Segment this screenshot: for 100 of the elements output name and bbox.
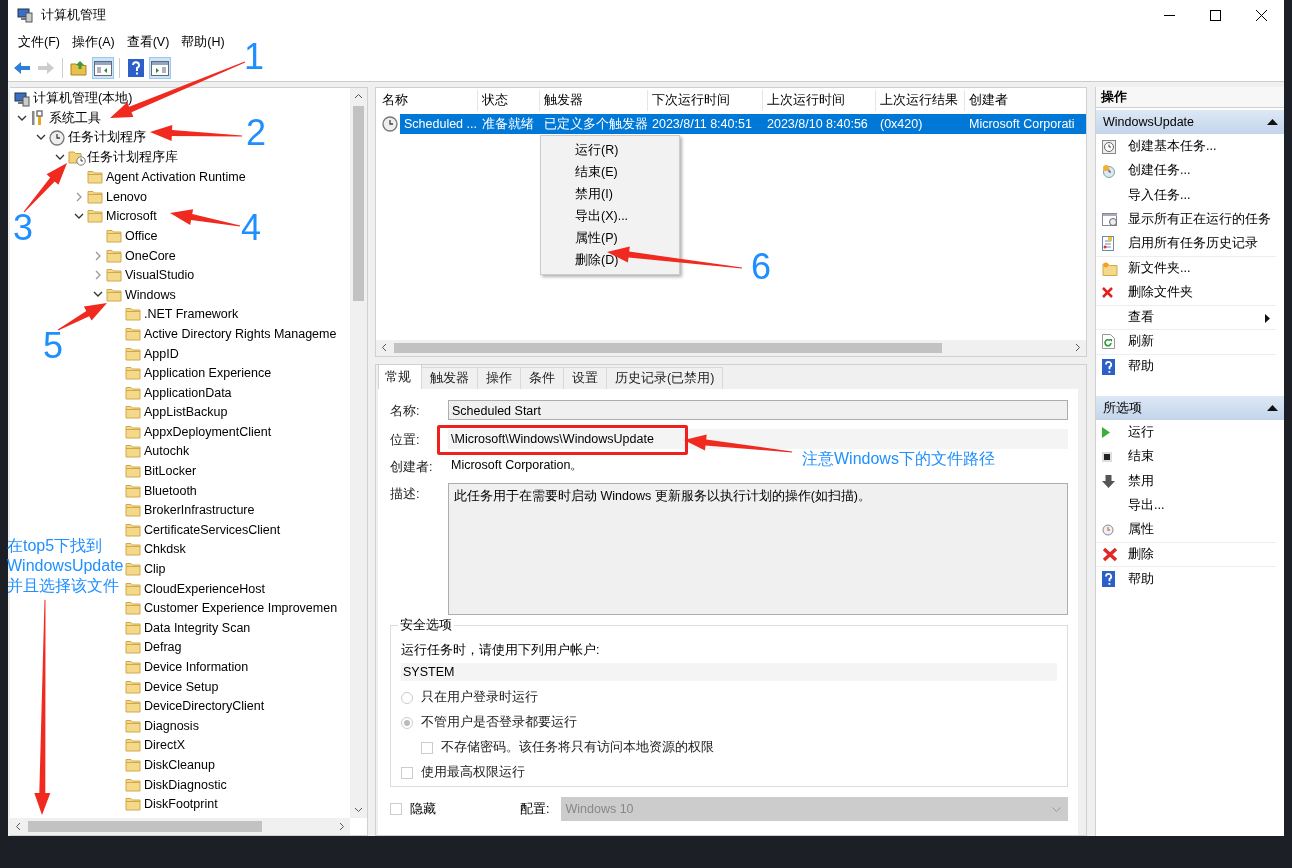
table-cell[interactable]: 2023/8/11 8:40:51 bbox=[648, 113, 763, 134]
scrollbar-thumb[interactable] bbox=[353, 106, 364, 301]
table-cell[interactable]: 已定义多个触发器 bbox=[540, 113, 648, 134]
tree-item[interactable]: 系统工具 bbox=[49, 109, 101, 127]
menu-item[interactable]: 结束(E) bbox=[541, 161, 679, 183]
action-link[interactable]: 属性 bbox=[1128, 521, 1154, 539]
scroll-right-icon[interactable] bbox=[1075, 343, 1081, 352]
tree-item[interactable]: DiskDiagnostic bbox=[144, 777, 227, 792]
chevron-down-icon[interactable] bbox=[17, 114, 27, 122]
scroll-right-icon[interactable] bbox=[339, 822, 345, 831]
scroll-up-icon[interactable] bbox=[354, 93, 363, 99]
tree-item[interactable]: Application Experience bbox=[144, 366, 272, 381]
menu-item[interactable]: 查看(V) bbox=[120, 34, 176, 51]
menu-item[interactable]: 运行(R) bbox=[541, 139, 679, 161]
tree-item[interactable]: DiskCleanup bbox=[144, 758, 215, 772]
table-cell[interactable]: 准备就绪 bbox=[478, 113, 540, 134]
tree-item[interactable]: Clip bbox=[144, 562, 166, 577]
tree-item[interactable]: 任务计划程序库 bbox=[87, 149, 178, 167]
tree-item[interactable]: DeviceDirectoryClient bbox=[144, 699, 265, 714]
help-button[interactable] bbox=[125, 57, 147, 79]
table-cell[interactable]: (0x420) bbox=[876, 113, 965, 134]
scrollbar-thumb[interactable] bbox=[394, 343, 942, 353]
tree-item[interactable]: ApplicationData bbox=[144, 385, 232, 400]
tree-item[interactable]: Agent Activation Runtime bbox=[106, 170, 246, 185]
action-link[interactable]: 导入任务... bbox=[1128, 186, 1191, 204]
action-link[interactable]: 查看 bbox=[1128, 308, 1154, 326]
action-pane-button[interactable] bbox=[149, 57, 171, 79]
tree-item[interactable]: 计算机管理(本地) bbox=[33, 90, 133, 108]
tree-item[interactable]: BitLocker bbox=[144, 464, 197, 479]
action-link[interactable]: 删除 bbox=[1128, 545, 1154, 563]
menu-item[interactable]: 操作(A) bbox=[65, 34, 121, 51]
menu-item[interactable]: 导出(X)... bbox=[541, 205, 679, 227]
tree-item[interactable]: .NET Framework bbox=[144, 307, 239, 322]
location-field[interactable]: \Microsoft\Windows\WindowsUpdate bbox=[448, 429, 1068, 449]
tree-item[interactable]: CloudExperienceHost bbox=[144, 581, 265, 596]
description-field[interactable]: 此任务用于在需要时启动 Windows 更新服务以执行计划的操作(如扫描)。 bbox=[448, 483, 1068, 615]
vertical-scrollbar[interactable] bbox=[350, 88, 367, 818]
action-link[interactable]: 新文件夹... bbox=[1128, 260, 1191, 278]
tree-item[interactable]: Data Integrity Scan bbox=[144, 620, 251, 635]
tree-item[interactable]: DiskFootprint bbox=[144, 797, 218, 812]
checkbox[interactable] bbox=[401, 766, 413, 779]
action-link[interactable]: 结束 bbox=[1128, 448, 1154, 466]
tree-item[interactable]: Windows bbox=[125, 287, 176, 302]
action-link[interactable]: 启用所有任务历史记录 bbox=[1128, 235, 1258, 253]
chevron-down-icon[interactable] bbox=[74, 212, 84, 220]
scrollbar-thumb[interactable] bbox=[28, 821, 262, 832]
action-link[interactable]: 运行 bbox=[1128, 423, 1154, 441]
tree-item[interactable]: CertificateServicesClient bbox=[144, 522, 281, 537]
collapse-icon[interactable] bbox=[1267, 405, 1278, 411]
tree-item[interactable]: Bluetooth bbox=[144, 483, 197, 498]
table-cell[interactable]: Microsoft Corporati bbox=[965, 113, 1086, 134]
action-link[interactable]: 禁用 bbox=[1128, 472, 1154, 490]
column-header[interactable]: 上次运行时间 bbox=[763, 90, 876, 111]
tree-item[interactable]: 任务计划程序 bbox=[68, 129, 146, 147]
action-link[interactable]: 帮助 bbox=[1128, 358, 1154, 376]
tree-item[interactable]: AppListBackup bbox=[144, 405, 228, 420]
menu-item[interactable]: 文件(F) bbox=[12, 34, 66, 51]
action-link[interactable]: 创建任务... bbox=[1128, 162, 1191, 180]
tab[interactable]: 常规 bbox=[378, 365, 422, 389]
tree-item[interactable]: Chkdsk bbox=[144, 542, 186, 557]
column-header[interactable]: 上次运行结果 bbox=[876, 90, 965, 111]
section-header[interactable]: WindowsUpdate bbox=[1096, 110, 1284, 134]
action-link[interactable]: 创建基本任务... bbox=[1128, 137, 1217, 155]
scroll-down-icon[interactable] bbox=[354, 807, 363, 813]
action-link[interactable]: 导出... bbox=[1128, 497, 1165, 515]
tab[interactable]: 历史记录(已禁用) bbox=[606, 367, 724, 389]
tree-toggle-button[interactable] bbox=[92, 57, 114, 79]
tree-item[interactable]: Lenovo bbox=[106, 189, 147, 204]
chevron-right-icon[interactable] bbox=[75, 191, 83, 202]
tree-item[interactable]: Microsoft bbox=[106, 209, 157, 224]
tree-item[interactable]: Customer Experience Improvemen bbox=[144, 601, 338, 616]
action-link[interactable]: 显示所有正在运行的任务 bbox=[1128, 211, 1271, 229]
chevron-right-icon[interactable] bbox=[94, 270, 102, 281]
tree-item[interactable]: Autochk bbox=[144, 444, 190, 459]
action-link[interactable]: 帮助 bbox=[1128, 570, 1154, 588]
checkbox[interactable] bbox=[390, 803, 402, 815]
menu-item[interactable]: 帮助(H) bbox=[175, 34, 231, 51]
tree-item[interactable]: VisualStudio bbox=[125, 268, 195, 283]
tree-item[interactable]: Device Information bbox=[144, 660, 249, 674]
tree-item[interactable]: Device Setup bbox=[144, 679, 219, 694]
tree-item[interactable]: OneCore bbox=[125, 248, 176, 263]
scroll-left-icon[interactable] bbox=[381, 343, 387, 352]
name-field[interactable]: Scheduled Start bbox=[448, 400, 1068, 420]
tree-item[interactable]: AppID bbox=[144, 346, 179, 361]
chevron-down-icon[interactable] bbox=[55, 154, 65, 162]
menu-item[interactable]: 禁用(I) bbox=[541, 183, 679, 205]
table-cell[interactable]: Scheduled ... bbox=[400, 113, 478, 134]
tree-item[interactable]: DirectX bbox=[144, 738, 185, 753]
tree-item[interactable]: Diagnosis bbox=[144, 718, 199, 733]
column-header[interactable]: 创建者 bbox=[965, 90, 1086, 111]
tree-item[interactable]: BrokerInfrastructure bbox=[144, 503, 255, 518]
action-link[interactable]: 刷新 bbox=[1128, 333, 1154, 351]
tree-item[interactable]: AppxDeploymentClient bbox=[144, 424, 272, 439]
tree-item[interactable]: Defrag bbox=[144, 640, 182, 655]
table-cell[interactable]: 2023/8/10 8:40:56 bbox=[763, 113, 876, 134]
scroll-left-icon[interactable] bbox=[15, 822, 21, 831]
horizontal-scrollbar[interactable] bbox=[10, 818, 350, 835]
chevron-down-icon[interactable] bbox=[36, 134, 46, 142]
chevron-right-icon[interactable] bbox=[94, 250, 102, 261]
section-header[interactable]: 所选项 bbox=[1096, 396, 1284, 420]
